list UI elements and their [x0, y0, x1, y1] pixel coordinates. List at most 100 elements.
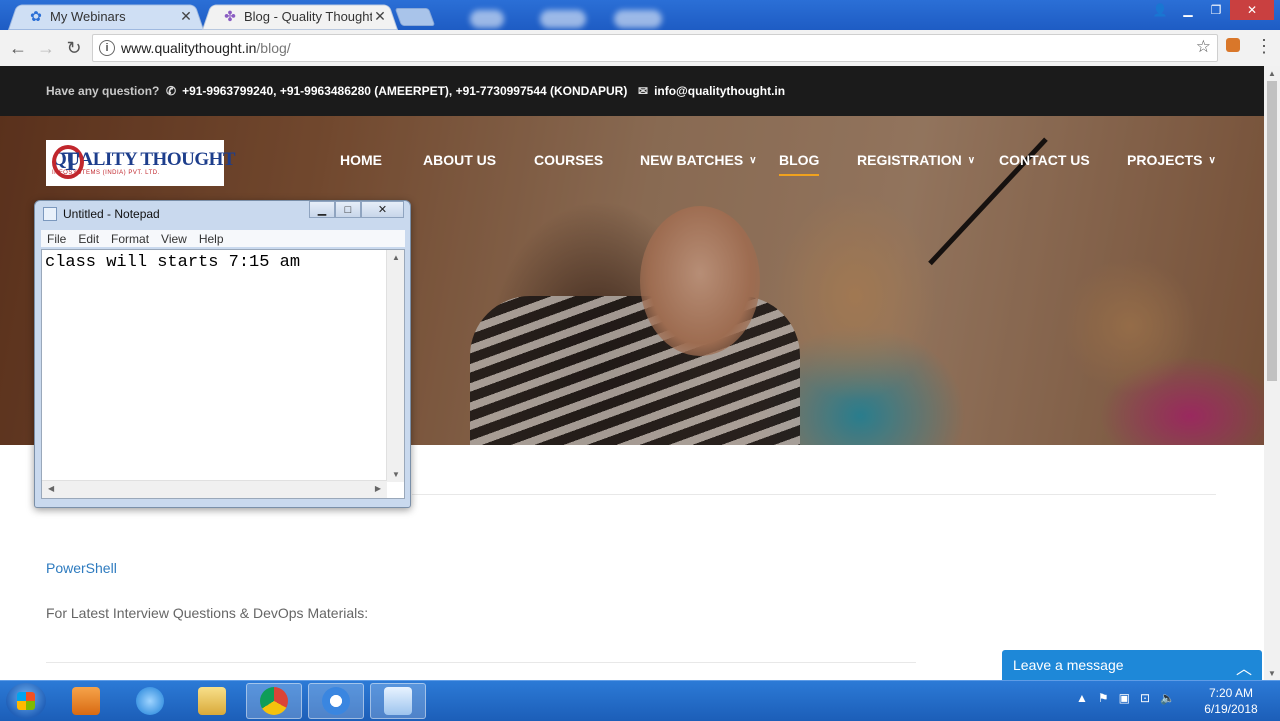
scroll-down-arrow-icon[interactable]: ▼ [392, 470, 400, 479]
nav-blog[interactable]: BLOG [779, 152, 820, 176]
menu-format[interactable]: Format [111, 232, 149, 246]
notepad-window-controls: ▁ □ ✕ [309, 201, 404, 218]
nav-label: COURSES [534, 152, 604, 168]
live-chat-widget[interactable]: Leave a message ︿ [1002, 650, 1262, 680]
nav-projects[interactable]: PROJECTS ∨ [1127, 152, 1216, 168]
clock-time: 7:20 AM [1208, 686, 1254, 700]
close-window-button[interactable]: ✕ [1230, 0, 1274, 20]
taskbar-file-explorer[interactable] [184, 683, 240, 719]
device-icon[interactable]: ▣ [1119, 691, 1130, 705]
nav-label: REGISTRATION [857, 152, 962, 168]
notepad-app-icon [43, 207, 57, 221]
contact-topbar: Have any question? ✆ +91-9963799240, +91… [0, 66, 1264, 116]
chevron-down-icon: ∨ [1208, 154, 1216, 166]
address-bar[interactable]: i www.qualitythought.in /blog/ ☆ [92, 34, 1218, 62]
profile-icon[interactable]: 👤 [1146, 0, 1174, 20]
tab-my-webinars[interactable]: ✿ My Webinars ✕ [8, 2, 204, 30]
site-favicon-icon: ✤ [224, 7, 236, 24]
vertical-scrollbar[interactable]: ▲ ▼ [386, 250, 404, 482]
clock-date: 6/19/2018 [1204, 702, 1258, 716]
start-button[interactable] [6, 683, 46, 719]
menu-view[interactable]: View [161, 232, 187, 246]
taskbar-notepad[interactable] [370, 683, 426, 719]
divider [46, 662, 916, 663]
nav-label: CONTACT US [999, 152, 1090, 168]
minimize-button[interactable]: ▁ [1174, 0, 1202, 20]
nav-contact-us[interactable]: CONTACT US [999, 152, 1090, 168]
nav-registration[interactable]: REGISTRATION ∨ [857, 152, 975, 168]
main-navigation: HOME ABOUT US COURSES NEW BATCHES ∨ BLOG … [0, 152, 1264, 176]
scroll-thumb[interactable] [1267, 81, 1277, 381]
notepad-text-area[interactable]: class will starts 7:15 am ▲ ▼ ◀ ▶ [41, 249, 405, 499]
taskbar-webinar-app[interactable] [308, 683, 364, 719]
maximize-button[interactable]: □ [335, 201, 361, 218]
browser-toolbar: ← → ↻ i www.qualitythought.in /blog/ ☆ [0, 30, 1280, 67]
network-icon[interactable]: ⊡ [1140, 691, 1150, 705]
close-tab-icon[interactable]: ✕ [178, 8, 194, 25]
new-tab-button[interactable] [394, 8, 436, 26]
blurred-area [614, 10, 662, 28]
restore-button[interactable]: ❐ [1202, 0, 1230, 20]
more-menu-icon[interactable]: ⋮ [1255, 36, 1273, 56]
scroll-up-arrow-icon[interactable]: ▲ [392, 253, 400, 262]
notepad-title: Untitled - Notepad [63, 207, 160, 221]
back-arrow-icon[interactable]: ← [6, 36, 30, 60]
page-scrollbar[interactable]: ▲ ▼ [1264, 66, 1280, 680]
horizontal-scrollbar[interactable]: ◀ ▶ [42, 480, 387, 498]
nav-about-us[interactable]: ABOUT US [423, 152, 496, 168]
email-address[interactable]: info@qualitythought.in [654, 84, 785, 98]
blurred-area [470, 10, 504, 28]
taskbar-chrome[interactable] [246, 683, 302, 719]
nav-new-batches[interactable]: NEW BATCHES ∨ [640, 152, 757, 168]
window-controls: 👤 ▁ ❐ ✕ [1146, 0, 1274, 20]
bookmark-star-icon[interactable]: ☆ [1196, 37, 1211, 57]
scroll-down-arrow-icon[interactable]: ▼ [1264, 666, 1280, 680]
browser-tab-strip: ✿ My Webinars ✕ ✤ Blog - Quality Thought… [0, 0, 1280, 30]
extension-icon[interactable] [1226, 38, 1240, 52]
nav-label: PROJECTS [1127, 152, 1203, 168]
windows-taskbar: ▲ ⚑ ▣ ⊡ 🔈 7:20 AM 6/19/2018 [0, 680, 1280, 721]
action-center-icon[interactable]: ⚑ [1098, 691, 1109, 705]
nav-home[interactable]: HOME [340, 152, 382, 168]
chevron-up-icon[interactable]: ︿ [1236, 655, 1252, 679]
scroll-up-arrow-icon[interactable]: ▲ [1264, 66, 1280, 80]
email-info[interactable]: ✉ info@qualitythought.in [638, 84, 785, 98]
nav-label: BLOG [779, 152, 820, 168]
question-label: Have any question? [46, 84, 160, 98]
folder-icon [198, 687, 226, 715]
blog-category-link[interactable]: PowerShell [46, 560, 117, 576]
notepad-menubar: File Edit Format View Help [41, 230, 405, 247]
taskbar-internet-explorer[interactable] [122, 683, 178, 719]
nav-label: ABOUT US [423, 152, 497, 168]
nav-courses[interactable]: COURSES [534, 152, 603, 168]
nav-label: HOME [340, 152, 382, 168]
blog-post-text: For Latest Interview Questions & DevOps … [46, 605, 369, 621]
scroll-left-arrow-icon[interactable]: ◀ [48, 484, 54, 493]
forward-arrow-icon[interactable]: → [34, 36, 58, 60]
nav-label: NEW BATCHES [640, 152, 744, 168]
gear-flower-icon [322, 687, 350, 715]
media-player-icon [72, 687, 100, 715]
chevron-down-icon: ∨ [749, 154, 757, 166]
volume-icon[interactable]: 🔈 [1160, 691, 1175, 705]
menu-edit[interactable]: Edit [78, 232, 99, 246]
taskbar-media-player[interactable] [58, 683, 114, 719]
url-path: /blog/ [256, 40, 291, 56]
tab-title: Blog - Quality Thought [244, 8, 372, 24]
tab-title: My Webinars [50, 8, 126, 24]
tab-blog-quality-thought[interactable]: ✤ Blog - Quality Thought ✕ [202, 2, 398, 30]
info-icon[interactable]: i [99, 40, 115, 56]
notepad-window[interactable]: Untitled - Notepad ▁ □ ✕ File Edit Forma… [34, 200, 411, 508]
scroll-right-arrow-icon[interactable]: ▶ [375, 484, 381, 493]
reload-icon[interactable]: ↻ [62, 36, 86, 60]
close-tab-icon[interactable]: ✕ [372, 8, 388, 25]
minimize-button[interactable]: ▁ [309, 201, 335, 218]
system-clock[interactable]: 7:20 AM 6/19/2018 [1196, 685, 1266, 717]
close-button[interactable]: ✕ [361, 201, 404, 218]
menu-help[interactable]: Help [199, 232, 224, 246]
show-hidden-icons-icon[interactable]: ▲ [1076, 691, 1088, 705]
notepad-icon [384, 687, 412, 715]
phone-info: ✆ +91-9963799240, +91-9963486280 (AMEERP… [166, 84, 627, 98]
menu-file[interactable]: File [47, 232, 66, 246]
chrome-icon [260, 687, 288, 715]
